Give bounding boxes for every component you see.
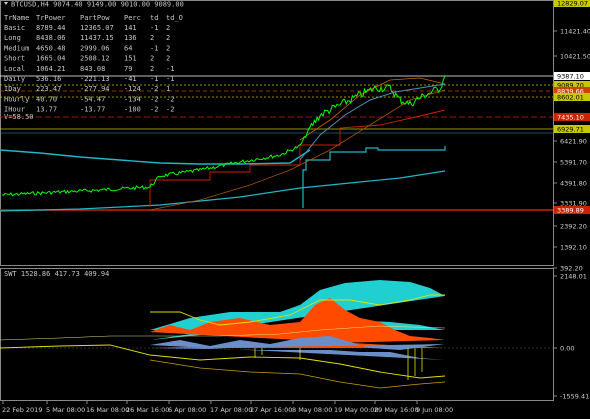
table-cell: -2: [166, 106, 174, 114]
table-cell: 151: [124, 55, 137, 63]
time-tick-label: 19 May 00:00: [334, 406, 379, 414]
price-tick-label: 392.20: [560, 265, 583, 273]
table-cell: -54.47: [80, 95, 105, 103]
table-cell: -1: [150, 24, 158, 32]
table-cell: -2: [150, 106, 158, 114]
table-cell: -1: [166, 65, 174, 73]
price-tick-label: 5391.70: [560, 159, 587, 167]
table-cell: 40.70: [36, 95, 57, 103]
table-cell: IDay: [4, 85, 21, 93]
osc-tick-label: 2148.01: [560, 273, 587, 281]
table-cell: -2: [166, 95, 174, 103]
table-cell: 2: [150, 65, 154, 73]
time-tick-label: 22 Feb 2019: [2, 406, 42, 414]
time-tick-label: 16 Mar 08:00: [86, 406, 129, 414]
time-tick-label: 5 Mar 08:00: [46, 406, 85, 414]
table-cell: 4650.48: [36, 44, 66, 52]
price-tag-label: 12829.07: [557, 0, 588, 8]
table-header: td_O: [166, 14, 183, 22]
table-cell: 536.16: [36, 75, 61, 83]
table-cell: 136: [124, 34, 137, 42]
table-cell: 141: [124, 24, 137, 32]
table-cell: Basic: [4, 24, 25, 32]
time-axis: 22 Feb 2019 5 Mar 08:00 16 Mar 08:0026 Mar…: [2, 401, 453, 414]
table-cell: Daily: [4, 75, 25, 83]
time-tick-label: 6 Apr 08:00: [168, 406, 206, 414]
table-cell: -2: [150, 85, 158, 93]
price-tag-label: 3389.89: [557, 207, 584, 215]
table-cell: 2: [166, 44, 170, 52]
osc-tick-label: -1559.41: [560, 393, 589, 401]
price-tag-label: 6929.71: [557, 126, 584, 134]
table-header: td: [150, 14, 158, 22]
table-cell: 843.08: [80, 65, 105, 73]
table-cell: 13.77: [36, 106, 57, 114]
symbol-title: BTCUSD,H4 9074.40 9149.00 9010.00 9089.0…: [11, 1, 184, 9]
volume-label: V=58.50: [4, 113, 34, 121]
table-header: PartPow: [80, 14, 110, 22]
table-header: TrName: [4, 14, 29, 22]
table-cell: Local: [4, 65, 25, 73]
table-header: TrPower: [36, 14, 66, 22]
table-cell: -124: [124, 85, 141, 93]
table-cell: 2: [166, 55, 170, 63]
price-tick-label: 2392.20: [560, 223, 587, 231]
table-cell: Hourly: [4, 95, 29, 103]
table-cell: 2508.12: [80, 55, 110, 63]
table-cell: 79: [124, 65, 132, 73]
table-cell: -1: [166, 75, 174, 83]
table-cell: 11437.15: [80, 34, 114, 42]
time-tick-label: 8 May 08:00: [292, 406, 332, 414]
table-cell: -1: [150, 44, 158, 52]
table-cell: 2: [150, 34, 154, 42]
table-cell: Medium: [4, 44, 29, 52]
price-tick-label: 1392.10: [560, 244, 587, 252]
price-tick-label: 4391.80: [560, 180, 587, 188]
table-cell: 64: [124, 44, 132, 52]
time-tick-label: 29 May 16:00: [374, 406, 419, 414]
table-cell: -100: [124, 106, 141, 114]
price-tick-label: 6421.90: [560, 138, 587, 146]
table-cell: Short: [4, 55, 25, 63]
table-cell: -221.13: [80, 75, 110, 83]
table-header: Perc: [124, 14, 141, 22]
trading-chart[interactable]: BTCUSD,H4 9074.40 9149.00 9010.00 9089.0…: [0, 0, 590, 419]
table-cell: 2: [150, 55, 154, 63]
price-tag-label: 9387.10: [557, 73, 584, 81]
table-cell: -41: [124, 75, 137, 83]
price-tag-label: 8602.01: [557, 94, 584, 102]
table-cell: -1: [150, 75, 158, 83]
title-bar: BTCUSD,H4 9074.40 9149.00 9010.00 9089.0…: [4, 1, 184, 9]
time-tick-label: 27 Apr 16:00: [250, 406, 292, 414]
table-cell: 223.47: [36, 85, 61, 93]
table-cell: -277.94: [80, 85, 110, 93]
table-cell: 2999.06: [80, 44, 110, 52]
table-cell: 1665.04: [36, 55, 66, 63]
time-tick-label: 17 Apr 08:00: [210, 406, 252, 414]
table-cell: Long: [4, 34, 21, 42]
oscillator-title: SWT 1528.86 417.73 409.94: [4, 270, 109, 278]
time-tick-label: 9 Jun 08:00: [416, 406, 453, 414]
oscillator-axis: 2148.01 0.00 -1559.41: [553, 273, 589, 401]
osc-tick-label: 0.00: [560, 345, 574, 353]
table-cell: 12365.07: [80, 24, 114, 32]
table-cell: -2: [150, 95, 158, 103]
table-cell: 8789.44: [36, 24, 66, 32]
table-cell: 2: [166, 34, 170, 42]
price-tag-label: 7435.10: [557, 114, 584, 122]
price-tick-label: 11421.40: [560, 28, 590, 36]
table-cell: -13.77: [80, 106, 105, 114]
table-cell: 8438.06: [36, 34, 66, 42]
table-cell: 1064.21: [36, 65, 66, 73]
price-axis: 11421.4010421.506421.905391.704391.80333…: [553, 28, 590, 273]
price-tick-label: 10421.50: [560, 53, 590, 61]
table-cell: 1: [166, 85, 170, 93]
table-cell: -134: [124, 95, 141, 103]
time-tick-label: 26 Mar 16:00: [126, 406, 169, 414]
table-cell: 2: [166, 24, 170, 32]
